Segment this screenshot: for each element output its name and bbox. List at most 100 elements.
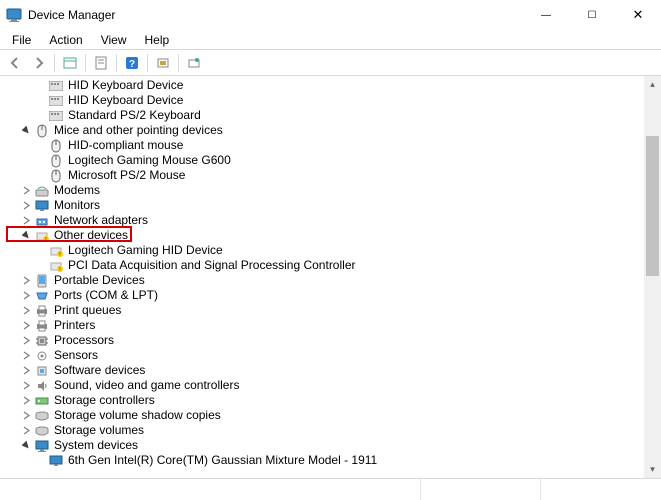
- minimize-button[interactable]: —: [523, 0, 569, 30]
- collapse-icon[interactable]: [20, 335, 32, 347]
- tree-category-modems[interactable]: Modems: [0, 183, 661, 198]
- tree-item-label: System devices: [54, 438, 138, 453]
- collapse-icon[interactable]: [20, 380, 32, 392]
- collapse-icon[interactable]: [20, 215, 32, 227]
- back-button[interactable]: [4, 52, 26, 74]
- tree-item-label: Logitech Gaming HID Device: [68, 243, 223, 258]
- collapse-icon[interactable]: [20, 185, 32, 197]
- maximize-button[interactable]: ☐: [569, 0, 615, 30]
- tree-category-processors[interactable]: Processors: [0, 333, 661, 348]
- tree-item-label: Sensors: [54, 348, 98, 363]
- toolbar-separator: [54, 54, 55, 72]
- software-device-icon: [34, 363, 50, 379]
- collapse-icon[interactable]: [20, 305, 32, 317]
- tree-item-ps2-mouse[interactable]: Microsoft PS/2 Mouse: [0, 168, 661, 183]
- tree-category-network[interactable]: Network adapters: [0, 213, 661, 228]
- tree-category-printers[interactable]: Printers: [0, 318, 661, 333]
- tree-category-portable[interactable]: Portable Devices: [0, 273, 661, 288]
- disk-icon: [34, 423, 50, 439]
- collapse-icon[interactable]: [20, 320, 32, 332]
- tree-item-label: Storage volume shadow copies: [54, 408, 221, 423]
- tree-category-software[interactable]: Software devices: [0, 363, 661, 378]
- tree-item-pci-data[interactable]: ! PCI Data Acquisition and Signal Proces…: [0, 258, 661, 273]
- tree-category-shadow-copies[interactable]: Storage volume shadow copies: [0, 408, 661, 423]
- statusbar: [0, 478, 661, 500]
- tree-item-logitech-hid[interactable]: ! Logitech Gaming HID Device: [0, 243, 661, 258]
- scroll-down-button[interactable]: ▾: [644, 461, 661, 478]
- sound-icon: [34, 378, 50, 394]
- tree-category-mice[interactable]: Mice and other pointing devices: [0, 123, 661, 138]
- unknown-device-icon: !: [48, 258, 64, 274]
- tree-category-print-queues[interactable]: Print queues: [0, 303, 661, 318]
- scan-button[interactable]: [152, 52, 174, 74]
- scroll-up-button[interactable]: ▴: [644, 76, 661, 93]
- menu-view[interactable]: View: [93, 32, 135, 48]
- status-cell: [541, 479, 661, 500]
- disk-icon: [34, 408, 50, 424]
- collapse-icon[interactable]: [20, 275, 32, 287]
- tree-category-ports[interactable]: Ports (COM & LPT): [0, 288, 661, 303]
- tree-category-system-devices[interactable]: System devices: [0, 438, 661, 453]
- menu-file[interactable]: File: [4, 32, 39, 48]
- collapse-icon[interactable]: [20, 410, 32, 422]
- tree-item-label: HID-compliant mouse: [68, 138, 183, 153]
- collapse-icon[interactable]: [20, 425, 32, 437]
- portable-device-icon: [34, 273, 50, 289]
- collapse-icon[interactable]: [20, 365, 32, 377]
- tree-category-other-devices[interactable]: ! Other devices: [0, 228, 661, 243]
- menu-help[interactable]: Help: [137, 32, 178, 48]
- tree-item-logitech-mouse[interactable]: Logitech Gaming Mouse G600: [0, 153, 661, 168]
- scroll-thumb[interactable]: [646, 136, 659, 276]
- forward-button[interactable]: [28, 52, 50, 74]
- tree-item-label: Other devices: [54, 228, 128, 243]
- close-button[interactable]: ✕: [615, 0, 661, 30]
- svg-text:!: !: [59, 252, 60, 257]
- tree-category-sound[interactable]: Sound, video and game controllers: [0, 378, 661, 393]
- collapse-icon[interactable]: [20, 350, 32, 362]
- tree-item-label: Microsoft PS/2 Mouse: [68, 168, 185, 183]
- tree-category-sensors[interactable]: Sensors: [0, 348, 661, 363]
- tree-category-storage-volumes[interactable]: Storage volumes: [0, 423, 661, 438]
- vertical-scrollbar[interactable]: ▴ ▾: [644, 76, 661, 478]
- update-driver-button[interactable]: [183, 52, 205, 74]
- tree-item-hid-keyboard-1[interactable]: HID Keyboard Device: [0, 78, 661, 93]
- toolbar-separator: [178, 54, 179, 72]
- modem-icon: [34, 183, 50, 199]
- tree-view: HID Keyboard Device HID Keyboard Device …: [0, 76, 661, 478]
- tree-category-storage-controllers[interactable]: Storage controllers: [0, 393, 661, 408]
- printer-icon: [34, 318, 50, 334]
- tree-item-hid-keyboard-2[interactable]: HID Keyboard Device: [0, 93, 661, 108]
- processor-icon: [34, 333, 50, 349]
- svg-text:!: !: [59, 267, 60, 272]
- tree-item-label: Sound, video and game controllers: [54, 378, 239, 393]
- show-all-button[interactable]: [59, 52, 81, 74]
- toolbar-separator: [85, 54, 86, 72]
- tree-item-hid-mouse[interactable]: HID-compliant mouse: [0, 138, 661, 153]
- expand-icon[interactable]: [20, 125, 32, 137]
- toolbar: ?: [0, 50, 661, 76]
- expand-icon[interactable]: [20, 440, 32, 452]
- menubar: File Action View Help: [0, 30, 661, 50]
- status-cell: [421, 479, 541, 500]
- keyboard-icon: [48, 78, 64, 94]
- collapse-icon[interactable]: [20, 395, 32, 407]
- mouse-icon: [48, 168, 64, 184]
- toolbar-separator: [116, 54, 117, 72]
- expand-icon[interactable]: [20, 230, 32, 242]
- mouse-icon: [48, 138, 64, 154]
- tree-item-label: PCI Data Acquisition and Signal Processi…: [68, 258, 355, 273]
- printer-icon: [34, 303, 50, 319]
- port-icon: [34, 288, 50, 304]
- sensor-icon: [34, 348, 50, 364]
- properties-button[interactable]: [90, 52, 112, 74]
- collapse-icon[interactable]: [20, 290, 32, 302]
- tree-item-intel-gmm[interactable]: 6th Gen Intel(R) Core(TM) Gaussian Mixtu…: [0, 453, 661, 468]
- menu-action[interactable]: Action: [41, 32, 90, 48]
- computer-icon: [48, 453, 64, 469]
- tree-category-monitors[interactable]: Monitors: [0, 198, 661, 213]
- tree-item-ps2-keyboard[interactable]: Standard PS/2 Keyboard: [0, 108, 661, 123]
- collapse-icon[interactable]: [20, 200, 32, 212]
- monitor-icon: [34, 198, 50, 214]
- help-button[interactable]: ?: [121, 52, 143, 74]
- unknown-device-icon: !: [48, 243, 64, 259]
